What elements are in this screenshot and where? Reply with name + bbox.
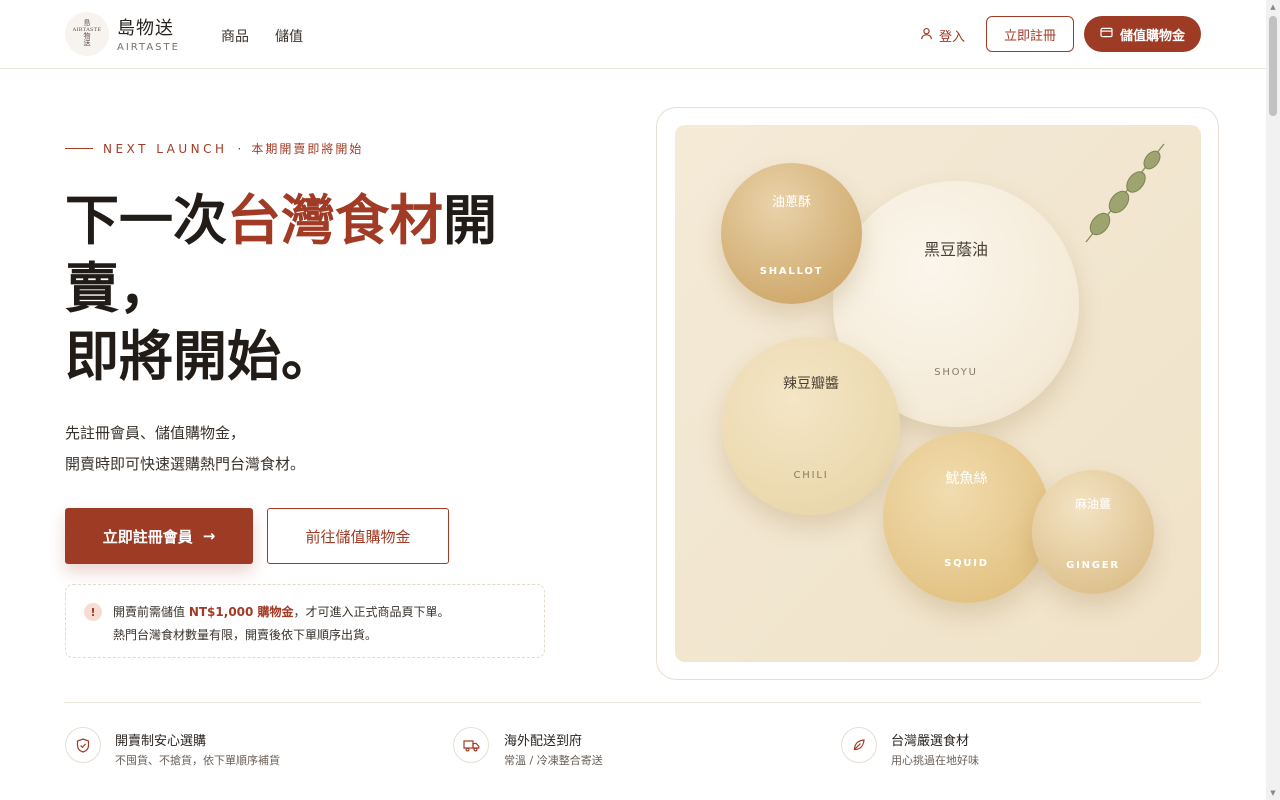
nav-topup[interactable]: 儲值	[275, 26, 303, 46]
headline-part-3: 即將開始。	[65, 324, 335, 388]
register-member-label: 立即註冊會員	[102, 527, 193, 546]
truck-icon	[453, 727, 489, 763]
eyebrow-dot: ·	[237, 141, 242, 156]
shield-icon	[65, 727, 101, 763]
brand-name-en: AIRTASTE	[117, 42, 180, 53]
page-scrollbar[interactable]: ▲ ▼	[1266, 0, 1280, 800]
feature-3-sub: 用心挑過在地好味	[891, 754, 979, 767]
go-topup-button[interactable]: 前往儲值購物金	[267, 508, 449, 564]
eyebrow-cn: 本期開賣即將開始	[251, 142, 364, 156]
bubble-shoyu-cn: 黑豆蔭油	[923, 240, 988, 259]
scroll-up-arrow-icon[interactable]: ▲	[1266, 0, 1280, 14]
bubble-ginger-en: GINGER	[1066, 560, 1120, 571]
herb-sprig-icon	[1085, 143, 1165, 243]
wallet-icon	[1100, 27, 1113, 42]
lead-line-2: 開賣時即可快速選購熱門台灣食材。	[65, 455, 306, 473]
bubble-ginger-cn: 麻油薑	[1074, 497, 1111, 511]
site-header: 島 AIRTASTE 物 送 島物送 AIRTASTE 商品 儲值 登入 立即註…	[0, 0, 1266, 69]
login-label: 登入	[939, 30, 966, 45]
register-button[interactable]: 立即註冊	[986, 16, 1074, 52]
arrow-right-icon: →	[202, 527, 216, 545]
notice-pre: 開賣前需儲值	[113, 605, 189, 619]
feature-3-title: 台灣嚴選食材	[891, 734, 970, 749]
logo-seal[interactable]: 島 AIRTASTE 物 送	[65, 12, 109, 56]
feature-2-title: 海外配送到府	[504, 734, 583, 749]
bubble-chili: 辣豆瓣醬 CHILI	[722, 337, 900, 515]
bubble-shallot-cn: 油蔥酥	[771, 195, 811, 210]
lead-line-1: 先註冊會員、儲值購物金，	[65, 424, 246, 442]
eyebrow-en: NEXT LAUNCH	[103, 141, 228, 156]
hero-lead: 先註冊會員、儲值購物金， 開賣時即可快速選購熱門台灣食材。	[65, 418, 305, 480]
features-divider	[65, 702, 1201, 703]
scroll-down-arrow-icon[interactable]: ▼	[1266, 786, 1280, 800]
register-member-button[interactable]: 立即註冊會員 →	[65, 508, 253, 564]
notice-line-1: 開賣前需儲值 NT$1,000 購物金，才可進入正式商品頁下單。	[113, 603, 450, 620]
bubble-chili-cn: 辣豆瓣醬	[783, 376, 839, 392]
eyebrow: NEXT LAUNCH · 本期開賣即將開始	[65, 140, 363, 157]
headline-accent: 台灣食材	[227, 188, 443, 252]
topup-button[interactable]: 儲值購物金	[1084, 16, 1201, 52]
headline-part-1: 下一次	[65, 188, 227, 252]
alert-icon: !	[84, 603, 102, 621]
notice-line-2: 熱門台灣食材數量有限，開賣後依下單順序出貨。	[113, 628, 378, 642]
notice-post: ，才可進入正式商品頁下單。	[293, 605, 450, 619]
feature-2-sub: 常溫 / 冷凍整合寄送	[504, 754, 603, 767]
hero-headline: 下一次台灣食材開賣， 即將開始。	[65, 186, 585, 390]
bubble-ginger: 麻油薑 GINGER	[1032, 470, 1154, 594]
feature-1-sub: 不囤貨、不搶貨，依下單順序補貨	[115, 754, 280, 767]
brand-name[interactable]: 島物送	[117, 14, 174, 40]
logo-seal-bottom-2: 送	[83, 39, 91, 48]
topup-label: 儲值購物金	[1119, 28, 1185, 44]
bubble-chili-en: CHILI	[793, 470, 829, 481]
bubble-squid-en: SQUID	[944, 558, 989, 569]
login-link[interactable]: 登入	[920, 26, 965, 45]
feature-1-title: 開賣制安心選購	[115, 734, 207, 749]
bubble-squid-cn: 魷魚絲	[945, 471, 988, 487]
notice-box: ! 開賣前需儲值 NT$1,000 購物金，才可進入正式商品頁下單。 熱門台灣食…	[65, 584, 545, 658]
eyebrow-line	[65, 148, 93, 149]
bubble-shallot: 油蔥酥 SHALLOT	[721, 163, 862, 304]
user-icon	[920, 27, 933, 44]
notice-highlight: NT$1,000 購物金	[188, 605, 294, 619]
bubble-squid: 魷魚絲 SQUID	[883, 432, 1050, 603]
nav-products[interactable]: 商品	[221, 26, 249, 46]
bubble-shallot-en: SHALLOT	[759, 266, 824, 277]
scroll-thumb[interactable]	[1269, 16, 1277, 116]
leaf-icon	[841, 727, 877, 763]
